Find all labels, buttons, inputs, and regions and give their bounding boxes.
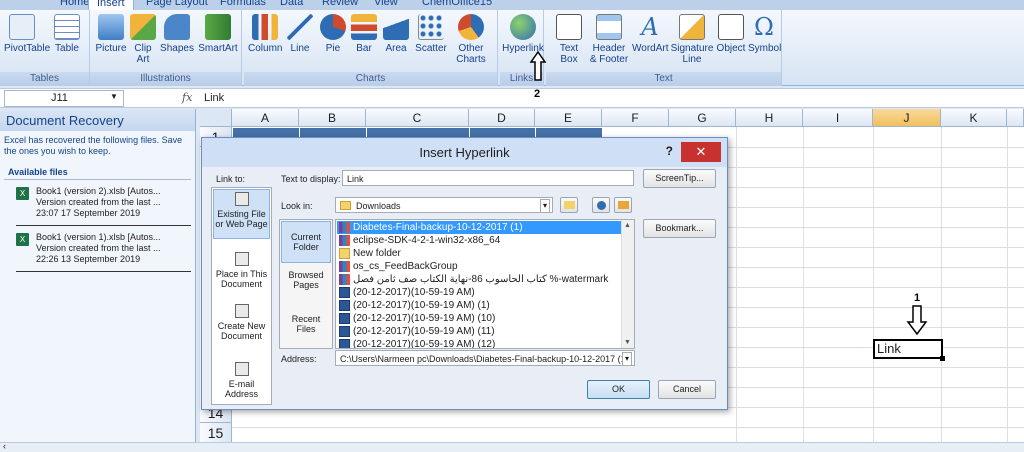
email-icon — [234, 362, 249, 376]
annotation-number: 1 — [914, 292, 921, 304]
existing-file-icon — [234, 192, 249, 206]
horizontal-scrollbar[interactable]: ‹ — [0, 441, 1024, 452]
annotation-arrow-down-icon — [906, 305, 928, 336]
look-in-select[interactable]: Downloads ▾ — [335, 197, 553, 213]
text-to-display-label: Text to display: — [281, 174, 341, 184]
help-button[interactable]: ? — [666, 144, 673, 158]
list-item[interactable]: (20-12-2017)(10-59-19 AM) (10) — [337, 312, 621, 325]
link-to-label: Link to: — [216, 174, 246, 184]
word-document-icon — [339, 287, 350, 298]
folder-icon — [340, 201, 351, 210]
list-item[interactable]: (20-12-2017)(10-59-19 AM) (11) — [337, 325, 621, 338]
archive-icon — [339, 274, 350, 285]
annotation-arrow-up-icon — [529, 50, 547, 81]
list-item[interactable]: os_cs_FeedBackGroup — [337, 260, 621, 273]
cancel-button[interactable]: Cancel — [658, 380, 716, 399]
word-document-icon — [339, 339, 350, 348]
place-browsed-pages[interactable]: Browsed Pages — [281, 270, 331, 300]
archive-icon — [339, 235, 350, 246]
scroll-up-icon[interactable]: ▲ — [624, 222, 631, 229]
place-recent-files[interactable]: Recent Files — [281, 314, 331, 344]
list-item[interactable]: eclipse-SDK-4-2-1-win32-x86_64 — [337, 234, 621, 247]
up-folder-button[interactable] — [560, 197, 578, 213]
place-in-document-icon — [234, 252, 249, 266]
bookmark-button[interactable]: Bookmark... — [643, 219, 716, 238]
ok-button[interactable]: OK — [587, 380, 650, 399]
text-to-display-input[interactable]: Link — [342, 170, 634, 186]
dialog-title: Insert Hyperlink — [202, 138, 727, 167]
list-item[interactable]: كتاب الحاسوب 86-نهاية الكتاب صف ثامن فصل… — [337, 273, 621, 286]
word-document-icon — [339, 313, 350, 324]
list-item[interactable]: New folder — [337, 247, 621, 260]
chevron-down-icon[interactable]: ▾ — [539, 199, 550, 213]
place-current-folder[interactable]: Current Folder — [281, 221, 331, 263]
up-folder-icon — [563, 201, 575, 209]
chevron-down-icon[interactable]: ▾ — [621, 352, 632, 365]
link-to-panel: Existing File or Web Page Place in This … — [211, 187, 272, 405]
scroll-left-icon[interactable]: ‹ — [3, 441, 6, 451]
list-item[interactable]: Diabetes-Final-backup-10-12-2017 (1) — [337, 221, 621, 234]
scroll-down-icon[interactable]: ▼ — [624, 339, 631, 346]
browse-file-button[interactable] — [614, 197, 632, 213]
places-panel: Current Folder Browsed Pages Recent File… — [279, 219, 333, 349]
link-place-in-document-button[interactable]: Place in This Document — [213, 250, 270, 290]
address-label: Address: — [281, 354, 317, 364]
word-document-icon — [339, 326, 350, 337]
file-list-scrollbar[interactable]: ▲ ▼ — [621, 220, 634, 348]
list-item[interactable]: (20-12-2017)(10-59-19 AM) (12) — [337, 338, 621, 348]
link-create-new-document-button[interactable]: Create New Document — [213, 302, 270, 342]
file-list[interactable]: Diabetes-Final-backup-10-12-2017 (1) ecl… — [335, 219, 635, 349]
link-email-address-button[interactable]: E-mail Address — [213, 360, 270, 400]
look-in-label: Look in: — [281, 201, 313, 211]
new-document-icon — [234, 304, 249, 318]
archive-icon — [339, 222, 350, 233]
annotation-number: 2 — [534, 88, 541, 100]
close-button[interactable]: ✕ — [681, 142, 721, 162]
browse-web-button[interactable] — [592, 197, 610, 213]
word-document-icon — [339, 300, 350, 311]
link-existing-file-button[interactable]: Existing File or Web Page — [213, 189, 270, 239]
screentip-button[interactable]: ScreenTip... — [643, 169, 716, 188]
list-item[interactable]: (20-12-2017)(10-59-19 AM) — [337, 286, 621, 299]
browse-file-icon — [617, 201, 629, 209]
address-input[interactable]: C:\Users\Narmeen pc\Downloads\Diabetes-F… — [335, 350, 635, 366]
archive-icon — [339, 261, 350, 272]
insert-hyperlink-dialog: Insert Hyperlink ? ✕ Link to: Existing F… — [201, 137, 728, 410]
list-item[interactable]: (20-12-2017)(10-59-19 AM) (1) — [337, 299, 621, 312]
browse-web-icon — [596, 201, 606, 210]
folder-icon — [339, 248, 350, 259]
